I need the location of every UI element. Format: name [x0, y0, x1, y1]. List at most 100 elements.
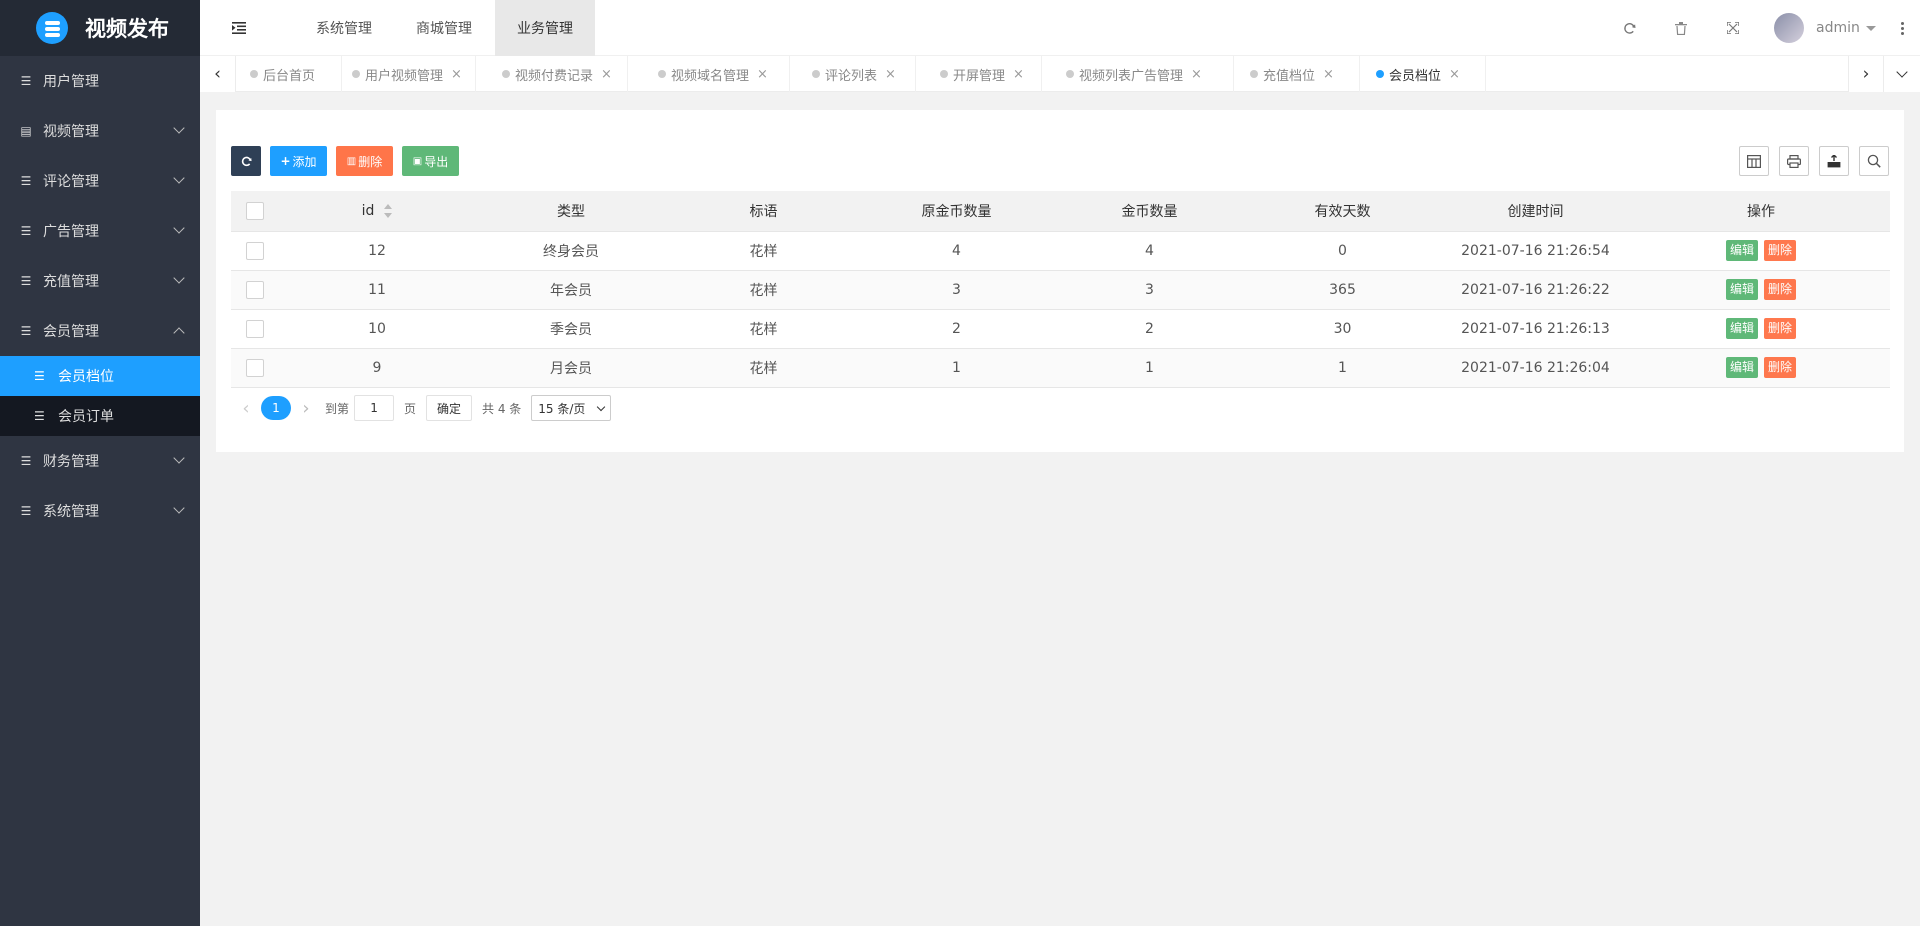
- caret-down-icon: [1865, 25, 1876, 31]
- close-icon[interactable]: ×: [1191, 67, 1202, 82]
- delete-row-button[interactable]: 删除: [1764, 279, 1797, 300]
- cell-created-at: 2021-07-16 21:26:13: [1439, 309, 1632, 349]
- add-button[interactable]: + 添加: [270, 146, 327, 176]
- tab-comment-list[interactable]: 评论列表 ×: [790, 56, 916, 92]
- tab-recharge-levels[interactable]: 充值档位 ×: [1234, 56, 1360, 92]
- tab-video-list-ads[interactable]: 视频列表广告管理 ×: [1042, 56, 1234, 92]
- tabs-options-button[interactable]: [1884, 56, 1920, 92]
- chevron-up-icon: [173, 327, 185, 339]
- prev-page-icon[interactable]: ‹: [231, 398, 261, 419]
- goto-page-input[interactable]: [354, 395, 395, 421]
- sidebar-item-users[interactable]: ☰ 用户管理: [0, 56, 200, 106]
- close-icon[interactable]: ×: [1323, 67, 1334, 82]
- select-all-cell: [231, 191, 279, 232]
- sidebar-menu: ☰ 用户管理 ▤ 视频管理 ☰ 评论管理 ☰ 广告管理 ☰ 充值管理 ☰ 会员管理 ☰ 会员档…: [0, 56, 200, 536]
- list-icon: ☰: [20, 274, 32, 288]
- search-toggle-button[interactable]: [1859, 146, 1889, 176]
- column-header-valid-days: 有效天数: [1246, 191, 1439, 232]
- cell-coins: 3: [1053, 270, 1246, 310]
- edit-button[interactable]: 编辑: [1725, 357, 1758, 378]
- sidebar-item-comments[interactable]: ☰ 评论管理: [0, 156, 200, 206]
- list-icon: ☰: [20, 454, 32, 468]
- cell-actions: 编辑 删除: [1632, 231, 1890, 271]
- export-data-button[interactable]: [1819, 146, 1849, 176]
- goto-confirm-button[interactable]: 确定: [426, 395, 473, 421]
- row-checkbox[interactable]: [246, 241, 264, 260]
- refresh-icon: [241, 156, 252, 166]
- logo-icon: [36, 12, 68, 44]
- close-icon[interactable]: ×: [1013, 67, 1024, 82]
- edit-button[interactable]: 编辑: [1725, 318, 1758, 339]
- tab-video-payment-records[interactable]: 视频付费记录 ×: [476, 56, 628, 92]
- sort-icon[interactable]: [384, 203, 393, 218]
- tab-home[interactable]: 后台首页: [236, 56, 342, 92]
- edit-button[interactable]: 编辑: [1725, 279, 1758, 300]
- sidebar-subitem-member-orders[interactable]: ☰ 会员订单: [0, 396, 200, 436]
- more-button[interactable]: [1896, 0, 1908, 56]
- tabs-scroll-left-button[interactable]: ‹: [200, 56, 236, 92]
- cell-slogan: 花样: [667, 270, 860, 310]
- row-checkbox[interactable]: [246, 280, 264, 299]
- page-label: 页: [404, 401, 417, 416]
- top-nav-business[interactable]: 业务管理: [495, 0, 595, 56]
- tab-splash-screen[interactable]: 开屏管理 ×: [916, 56, 1042, 92]
- close-icon[interactable]: ×: [885, 67, 896, 82]
- chevron-left-icon: ‹: [214, 64, 221, 84]
- tab-member-levels[interactable]: 会员档位 ×: [1360, 56, 1486, 92]
- close-icon[interactable]: ×: [451, 67, 462, 82]
- page-size-select[interactable]: 15 条/页: [531, 395, 612, 421]
- list-icon: ☰: [20, 74, 32, 88]
- file-export-icon: ▣: [412, 155, 423, 167]
- chevron-down-icon: [173, 502, 185, 514]
- top-nav-mall[interactable]: 商城管理: [395, 0, 493, 56]
- print-button[interactable]: [1779, 146, 1809, 176]
- top-nav-system[interactable]: 系统管理: [295, 0, 393, 56]
- close-icon[interactable]: ×: [1449, 67, 1460, 82]
- fullscreen-button[interactable]: [1720, 0, 1746, 56]
- sidebar-subitem-member-levels[interactable]: ☰ 会员档位: [0, 356, 200, 396]
- sidebar-item-system[interactable]: ☰ 系统管理: [0, 486, 200, 536]
- tab-user-videos[interactable]: 用户视频管理 ×: [342, 56, 476, 92]
- page-number-current[interactable]: 1: [261, 396, 291, 420]
- sidebar-item-recharge[interactable]: ☰ 充值管理: [0, 256, 200, 306]
- tab-dot-icon: [1250, 70, 1258, 78]
- reload-table-button[interactable]: [231, 146, 261, 176]
- chevron-right-icon: ›: [1862, 64, 1870, 84]
- row-checkbox[interactable]: [246, 358, 264, 377]
- cell-original-coins: 4: [860, 231, 1053, 271]
- column-header-coins: 金币数量: [1053, 191, 1246, 232]
- menu-toggle-button[interactable]: [226, 0, 252, 56]
- tab-video-domains[interactable]: 视频域名管理 ×: [628, 56, 790, 92]
- trash-icon: [1675, 21, 1687, 35]
- select-all-checkbox[interactable]: [246, 201, 264, 220]
- column-header-id[interactable]: id: [279, 191, 475, 232]
- close-icon[interactable]: ×: [601, 67, 612, 82]
- columns-filter-button[interactable]: [1739, 146, 1769, 176]
- user-menu[interactable]: admin: [1774, 0, 1878, 56]
- sidebar-item-members[interactable]: ☰ 会员管理: [0, 306, 200, 356]
- app-logo[interactable]: 视频发布: [0, 0, 200, 56]
- row-checkbox[interactable]: [246, 319, 264, 338]
- delete-row-button[interactable]: 删除: [1764, 318, 1797, 339]
- row-select-cell: [231, 348, 279, 388]
- export-button[interactable]: ▣ 导出: [402, 146, 459, 176]
- tab-dot-icon: [250, 70, 258, 78]
- sidebar-item-ads[interactable]: ☰ 广告管理: [0, 206, 200, 256]
- close-icon[interactable]: ×: [757, 67, 768, 82]
- next-page-icon[interactable]: ›: [291, 398, 321, 419]
- sidebar-item-finance[interactable]: ☰ 财务管理: [0, 436, 200, 486]
- cell-id: 9: [279, 348, 475, 388]
- clear-cache-button[interactable]: [1668, 0, 1694, 56]
- cell-valid-days: 30: [1246, 309, 1439, 349]
- delete-row-button[interactable]: 删除: [1764, 357, 1797, 378]
- delete-button[interactable]: ▥ 删除: [336, 146, 393, 176]
- tab-dot-icon: [940, 70, 948, 78]
- sidebar-item-videos[interactable]: ▤ 视频管理: [0, 106, 200, 156]
- refresh-button[interactable]: [1616, 0, 1642, 56]
- print-icon: [1787, 154, 1801, 168]
- member-submenu: ☰ 会员档位 ☰ 会员订单: [0, 356, 200, 436]
- cell-type: 终身会员: [475, 231, 667, 271]
- tabs-scroll-right-button[interactable]: ›: [1848, 56, 1884, 92]
- delete-row-button[interactable]: 删除: [1764, 240, 1797, 261]
- edit-button[interactable]: 编辑: [1725, 240, 1758, 261]
